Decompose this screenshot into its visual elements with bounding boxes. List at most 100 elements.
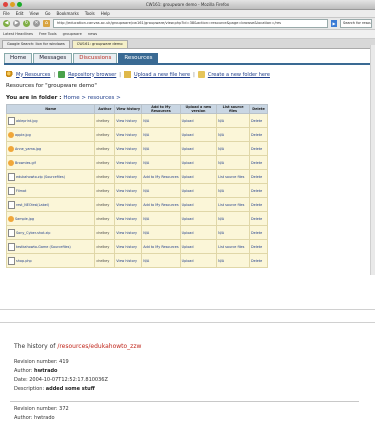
scrollbar[interactable] — [370, 45, 375, 275]
upload-link-cell: Upload — [179, 239, 218, 254]
bookmark-latest-headlines[interactable]: Latest Headlines — [3, 32, 33, 36]
menu-bookmarks[interactable]: Bookmarks — [57, 11, 79, 16]
upload-file-link[interactable]: Upload a new file here — [134, 72, 190, 78]
resource-name[interactable]: Filmat — [16, 189, 26, 193]
column-header-name[interactable]: Name — [5, 104, 96, 114]
delete-link[interactable]: Delete — [251, 245, 262, 249]
table-row: Brownies.gif chelkey View history N/A Upload… — [5, 155, 268, 170]
upload-link[interactable]: Upload — [182, 147, 194, 151]
table-row: ableprint.jpg chelkey View history N/A Uploa… — [5, 113, 268, 128]
delete-link[interactable]: Delete — [251, 161, 262, 165]
forward-arrow-icon[interactable]: ▶ — [13, 20, 20, 27]
back-arrow-icon[interactable]: ◀ — [3, 20, 10, 27]
menu-help[interactable]: Help — [101, 11, 110, 16]
my-resources-link[interactable]: My Resources — [16, 72, 50, 78]
stop-icon[interactable]: ✕ — [33, 20, 40, 27]
view-history-link[interactable]: View history — [116, 203, 137, 207]
upload-link[interactable]: Upload — [182, 259, 194, 263]
menu-tools[interactable]: Tools — [85, 11, 95, 16]
resource-name[interactable]: Sample.jpg — [15, 217, 34, 221]
menu-view[interactable]: View — [29, 11, 39, 16]
delete-link[interactable]: Delete — [251, 147, 262, 151]
bookmark-news[interactable]: news — [88, 32, 97, 36]
list-source-files-link-cell: N/A — [216, 155, 251, 170]
upload-link[interactable]: Upload — [182, 231, 194, 235]
view-history-link[interactable]: View history — [116, 259, 137, 263]
upload-link[interactable]: Upload — [182, 217, 194, 221]
delete-link[interactable]: Delete — [251, 259, 262, 263]
resource-name[interactable]: Anne_yama.jpg — [15, 147, 41, 151]
upload-link[interactable]: Upload — [182, 203, 194, 207]
browser-tab-groupware[interactable]: CW161: groupware demo — [71, 40, 128, 48]
bookmark-groupware[interactable]: groupware — [63, 32, 82, 36]
delete-link-cell: Delete — [249, 169, 268, 184]
delete-link[interactable]: Delete — [251, 175, 262, 179]
upload-link[interactable]: Upload — [182, 245, 194, 249]
view-history-link[interactable]: View history — [116, 133, 137, 137]
column-header-view-history: View history — [114, 104, 143, 114]
resource-name[interactable]: rest_NEOlesi(Label) — [16, 203, 49, 207]
url-input[interactable]: http://education.canvas.ac.uk/groupware/… — [53, 19, 328, 28]
list-source-files-link[interactable]: List source files — [218, 245, 244, 249]
upload-link[interactable]: Upload — [182, 133, 194, 137]
folder-breadcrumb: You are in folder : Home > resources > — [4, 95, 371, 101]
list-source-files-link[interactable]: List source files — [218, 175, 244, 179]
browser-tab-google[interactable]: Google Search: lion for windows — [2, 40, 70, 48]
revision-description: Description: added some stuff — [14, 385, 141, 394]
upload-link-cell: Upload — [179, 127, 218, 142]
document-file-icon — [8, 228, 15, 237]
add-to-my-resources-link[interactable]: Add to My Resources — [143, 175, 178, 179]
delete-link[interactable]: Delete — [251, 189, 262, 193]
upload-link[interactable]: Upload — [182, 161, 194, 165]
tab-discussions[interactable]: Discussions — [73, 53, 118, 63]
tab-home[interactable]: Home — [4, 53, 33, 63]
home-icon[interactable]: ⌂ — [43, 20, 50, 27]
tab-messages[interactable]: Messages — [33, 53, 73, 63]
view-history-link[interactable]: View history — [116, 147, 137, 151]
search-input[interactable]: Search for resources — [340, 19, 372, 28]
resource-name[interactable]: Sony_Cyber-shot.zip — [16, 231, 50, 235]
resource-author: chelkey — [96, 230, 110, 235]
menu-file[interactable]: File — [3, 11, 10, 16]
resource-author: chelkey — [96, 132, 110, 137]
upload-link[interactable]: Upload — [182, 175, 194, 179]
reload-icon[interactable]: ↻ — [23, 20, 30, 27]
upload-link[interactable]: Upload — [182, 119, 194, 123]
view-history-link[interactable]: View history — [116, 217, 137, 221]
delete-link[interactable]: Delete — [251, 133, 262, 137]
view-history-link[interactable]: View history — [116, 231, 137, 235]
delete-link[interactable]: Delete — [251, 217, 262, 221]
view-history-link[interactable]: View history — [116, 189, 137, 193]
add-to-my-resources-link[interactable]: Add to My Resources — [143, 203, 178, 207]
resource-author-cell: chelkey — [94, 253, 116, 268]
view-history-link[interactable]: View history — [116, 175, 137, 179]
bookmark-free-tools[interactable]: Free Tools — [39, 32, 57, 36]
create-folder-link[interactable]: Create a new folder here — [208, 72, 270, 78]
tab-resources[interactable]: Resources — [118, 53, 159, 63]
resource-name[interactable]: Brownies.gif — [15, 161, 36, 165]
resource-author-cell: chelkey — [94, 127, 116, 142]
menu-edit[interactable]: Edit — [16, 11, 24, 16]
resource-name[interactable]: testkahowto-Game (Sourcefiles) — [16, 245, 71, 249]
history-resource-link[interactable]: /resources/edukahowto_zzw — [57, 343, 141, 350]
view-history-link[interactable]: View history — [116, 161, 137, 165]
resource-name[interactable]: shop.php — [16, 259, 32, 263]
upload-link[interactable]: Upload — [182, 189, 194, 193]
view-history-link[interactable]: View history — [116, 119, 137, 123]
breadcrumb[interactable]: Home > resources > — [63, 95, 120, 101]
go-arrow-icon[interactable]: ▶ — [331, 20, 337, 27]
resource-name[interactable]: ableprint.jpg — [16, 119, 38, 123]
list-source-files-link-cell: N/A — [216, 183, 251, 198]
resource-name[interactable]: edukahowto.zip (Sourcefiles) — [16, 175, 65, 179]
delete-link[interactable]: Delete — [251, 231, 262, 235]
resource-author-cell: chelkey — [94, 225, 116, 240]
repository-browser-link[interactable]: Repository browser — [68, 72, 116, 78]
add-to-my-resources-link[interactable]: Add to My Resources — [143, 245, 178, 249]
delete-link[interactable]: Delete — [251, 119, 262, 123]
resource-name[interactable]: apple.jpg — [15, 133, 31, 137]
view-history-link[interactable]: View history — [116, 245, 137, 249]
resources-title: Resources for "groupware demo" — [6, 83, 97, 89]
delete-link[interactable]: Delete — [251, 203, 262, 207]
menu-go[interactable]: Go — [45, 11, 51, 16]
list-source-files-link[interactable]: List source files — [218, 203, 244, 207]
